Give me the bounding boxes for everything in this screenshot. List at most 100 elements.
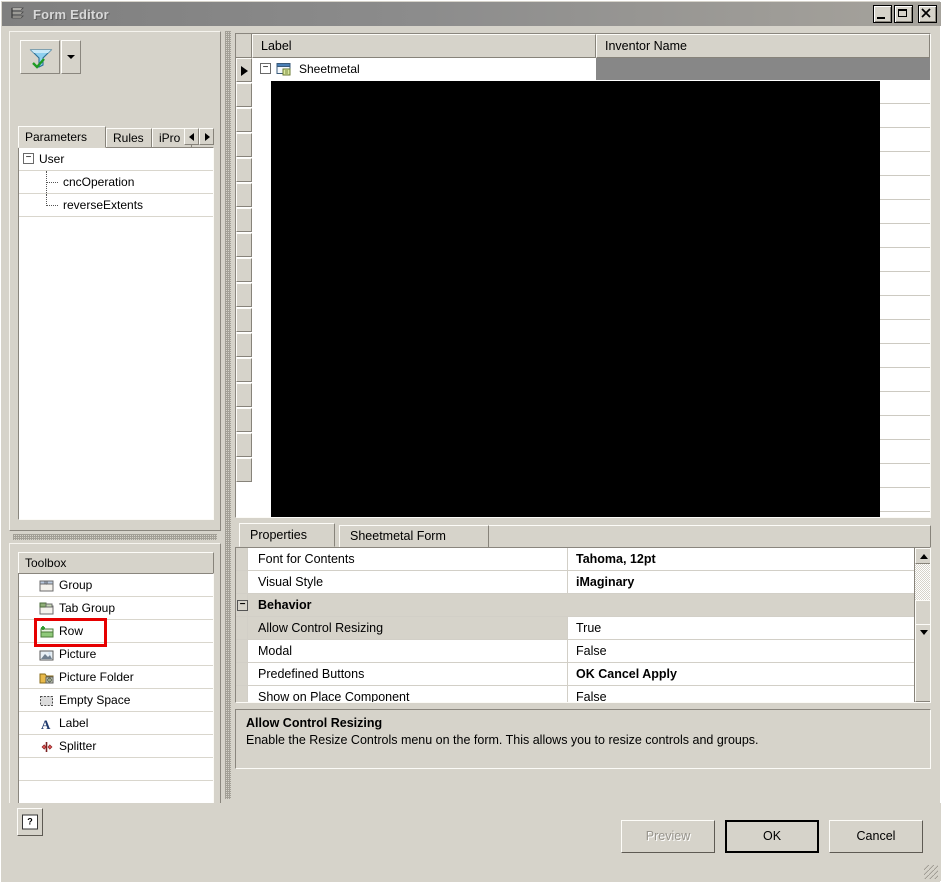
- column-header-label[interactable]: Label: [252, 34, 596, 58]
- property-row[interactable]: Modal False: [236, 640, 930, 663]
- name-cell[interactable]: [880, 392, 930, 416]
- name-cell[interactable]: [880, 176, 930, 200]
- tab-group-icon: [39, 601, 55, 615]
- tree-row-reverseextents[interactable]: reverseExtents: [19, 194, 213, 217]
- row-indicator-cell[interactable]: [236, 58, 252, 82]
- toolbox-item-splitter[interactable]: Splitter: [19, 735, 213, 758]
- name-cell[interactable]: [880, 200, 930, 224]
- form-preview-canvas[interactable]: [271, 81, 881, 517]
- properties-grid[interactable]: Font for Contents Tahoma, 12pt Visual St…: [235, 547, 931, 703]
- tab-properties[interactable]: Properties: [239, 523, 335, 547]
- row-header-cell[interactable]: [236, 283, 252, 307]
- toolbox-list[interactable]: xy Group Tab Group Row Picture Picture F…: [18, 573, 214, 813]
- toolbox-item-row[interactable]: Row: [19, 620, 213, 643]
- row-header-cell[interactable]: [236, 158, 252, 182]
- preview-button[interactable]: Preview: [621, 820, 715, 853]
- row-header-cell[interactable]: [236, 83, 252, 107]
- property-gutter: [236, 640, 248, 662]
- name-cell[interactable]: [880, 320, 930, 344]
- name-cell[interactable]: [880, 296, 930, 320]
- row-header-cell[interactable]: [236, 183, 252, 207]
- property-row[interactable]: Predefined Buttons OK Cancel Apply: [236, 663, 930, 686]
- row-header-cell[interactable]: [236, 208, 252, 232]
- tab-parameters[interactable]: Parameters: [18, 126, 106, 148]
- resize-grip[interactable]: [924, 865, 938, 879]
- close-button[interactable]: [918, 5, 937, 23]
- name-cell[interactable]: [880, 344, 930, 368]
- name-cell[interactable]: [880, 272, 930, 296]
- row-header-cell[interactable]: [236, 133, 252, 157]
- tree-label-reverseextents: reverseExtents: [63, 198, 144, 212]
- row-header-cell[interactable]: [236, 408, 252, 432]
- tree-expander-icon[interactable]: −: [23, 153, 34, 165]
- label-icon: A: [39, 716, 55, 732]
- toolbox-item-picture-folder[interactable]: Picture Folder: [19, 666, 213, 689]
- toolbox-item-group[interactable]: xy Group: [19, 574, 213, 597]
- name-cell[interactable]: [880, 104, 930, 128]
- scroll-left-arrow[interactable]: [184, 128, 199, 145]
- name-cell[interactable]: [880, 224, 930, 248]
- toolbox-item-label[interactable]: A Label: [19, 712, 213, 735]
- maximize-button[interactable]: [894, 5, 913, 23]
- name-cell[interactable]: [880, 416, 930, 440]
- column-header-inventor-name[interactable]: Inventor Name: [596, 34, 930, 58]
- property-value[interactable]: iMaginary: [568, 571, 930, 593]
- tree-row-cncoperation[interactable]: cncOperation: [19, 171, 213, 194]
- name-cell[interactable]: [880, 152, 930, 176]
- scroll-up-arrow[interactable]: [915, 548, 930, 564]
- cell-label[interactable]: − Sheetmetal: [252, 58, 596, 80]
- row-header-cell[interactable]: [236, 308, 252, 332]
- main-vertical-splitter[interactable]: [225, 31, 231, 799]
- property-row[interactable]: Show on Place Component False: [236, 686, 930, 702]
- row-header-cell[interactable]: [236, 433, 252, 457]
- tab-properties-label: Properties: [250, 528, 307, 542]
- name-cell[interactable]: [880, 440, 930, 464]
- row-header-cell[interactable]: [236, 383, 252, 407]
- toolbox-item-empty-space[interactable]: Empty Space: [19, 689, 213, 712]
- table-row[interactable]: − Sheetmetal: [252, 58, 930, 80]
- name-cell[interactable]: [880, 248, 930, 272]
- name-cell[interactable]: [880, 488, 930, 512]
- row-header-cell[interactable]: [236, 358, 252, 382]
- category-expander-icon[interactable]: −: [237, 600, 248, 611]
- name-cell[interactable]: [880, 80, 930, 104]
- toolbox-item-tab-group[interactable]: Tab Group: [19, 597, 213, 620]
- property-row[interactable]: Allow Control Resizing True: [236, 617, 930, 640]
- scroll-right-arrow[interactable]: [199, 128, 214, 145]
- form-design-grid[interactable]: Label Inventor Name − Sheetmetal: [235, 33, 931, 518]
- parameters-tree[interactable]: − User cncOperation reverseExtents: [18, 147, 214, 520]
- property-row[interactable]: Font for Contents Tahoma, 12pt: [236, 548, 930, 571]
- row-header-cell[interactable]: [236, 458, 252, 482]
- ok-button[interactable]: OK: [725, 820, 819, 853]
- property-value[interactable]: True: [568, 617, 930, 639]
- property-value[interactable]: Tahoma, 12pt: [568, 548, 930, 570]
- cancel-button[interactable]: Cancel: [829, 820, 923, 853]
- row-header-cell[interactable]: [236, 233, 252, 257]
- property-value[interactable]: False: [568, 686, 930, 702]
- tree-expander-icon[interactable]: −: [260, 62, 271, 74]
- cell-inventor-name[interactable]: [596, 58, 930, 80]
- tree-row-user[interactable]: − User: [19, 148, 213, 171]
- toolbox-item-picture[interactable]: Picture: [19, 643, 213, 666]
- properties-tabstrip: Properties Sheetmetal Form: [235, 523, 931, 547]
- property-value[interactable]: False: [568, 640, 930, 662]
- tab-rules[interactable]: Rules: [106, 128, 152, 148]
- chevron-down-icon: [67, 55, 75, 59]
- row-header-cell[interactable]: [236, 258, 252, 282]
- row-header-cell[interactable]: [236, 333, 252, 357]
- row-header-cell[interactable]: [236, 108, 252, 132]
- scroll-down-arrow[interactable]: [915, 624, 930, 702]
- help-button[interactable]: ?: [17, 808, 43, 836]
- properties-scrollbar[interactable]: [914, 548, 930, 702]
- minimize-button[interactable]: [873, 5, 892, 23]
- name-cell[interactable]: [880, 464, 930, 488]
- filter-button[interactable]: [20, 40, 60, 74]
- property-category-row[interactable]: − Behavior: [236, 594, 930, 617]
- left-panel-splitter[interactable]: [13, 534, 217, 540]
- property-row[interactable]: Visual Style iMaginary: [236, 571, 930, 594]
- tab-sheetmetal-form[interactable]: Sheetmetal Form: [339, 525, 489, 547]
- filter-dropdown-button[interactable]: [61, 40, 81, 74]
- name-cell[interactable]: [880, 128, 930, 152]
- property-value[interactable]: OK Cancel Apply: [568, 663, 930, 685]
- name-cell[interactable]: [880, 368, 930, 392]
